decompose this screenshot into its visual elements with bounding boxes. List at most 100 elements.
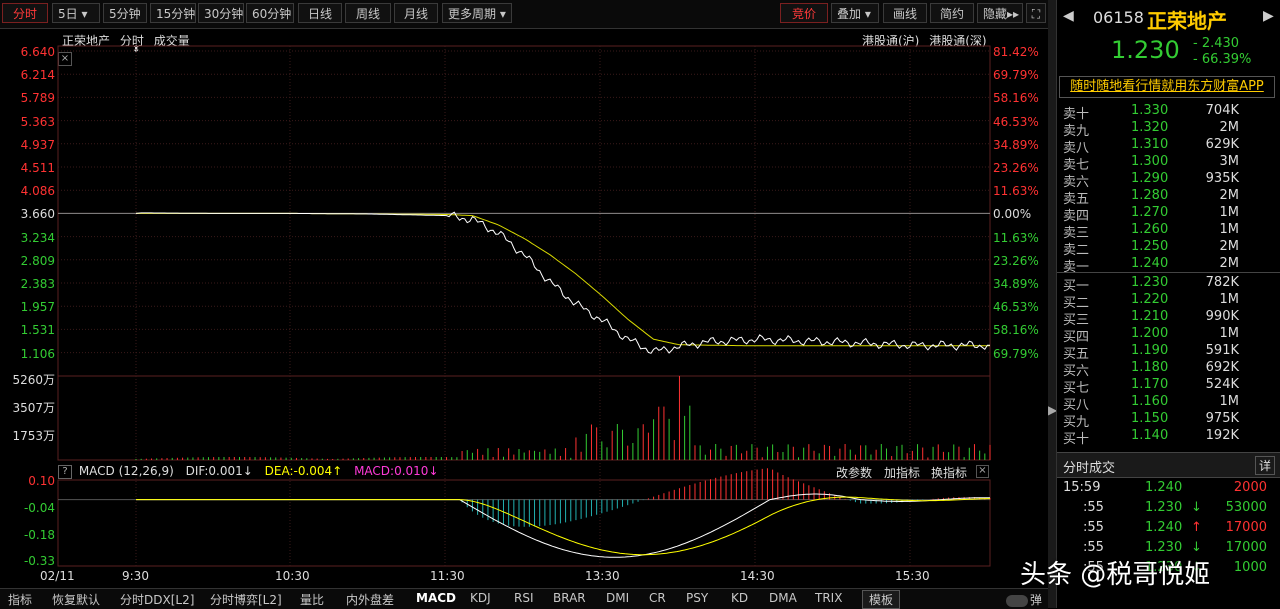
buy-level-row[interactable]: 买五 1.190 591K — [1063, 343, 1275, 362]
switch-indicator-button[interactable]: 换指标 — [931, 464, 967, 481]
sell-level-row[interactable]: 卖四 1.270 1M — [1063, 205, 1275, 224]
trade-row: 15:59 1.240 2000 — [1063, 480, 1275, 500]
indicator-bar: 指标 恢复默认 分时DDX[L2] 分时博弈[L2] 量比 内外盘差 MACD … — [0, 588, 1048, 609]
buy-level-row[interactable]: 买四 1.200 1M — [1063, 326, 1275, 345]
sell-level-row[interactable]: 卖七 1.300 3M — [1063, 154, 1275, 173]
level-price: 1.170 — [1131, 377, 1169, 392]
time-label-1530: 15:30 — [895, 569, 930, 583]
sell-level-row[interactable]: 卖二 1.250 2M — [1063, 239, 1275, 258]
template-button[interactable]: 模板 — [862, 590, 901, 609]
app-ad-link[interactable]: 随时随地看行情就用东方财富APP — [1059, 76, 1275, 98]
trade-time: :55 — [1083, 520, 1104, 535]
trade-price: 1.240 — [1145, 480, 1183, 495]
buy-level-row[interactable]: 买七 1.170 524K — [1063, 377, 1275, 396]
price-pane-frame — [57, 45, 991, 377]
inner-outer-button[interactable]: 内外盘差 — [346, 591, 394, 608]
help-icon[interactable]: ? — [58, 464, 72, 479]
buy-level-row[interactable]: 买一 1.230 782K — [1063, 275, 1275, 294]
macd-tab[interactable]: MACD — [416, 591, 456, 605]
buy-level-row[interactable]: 买六 1.180 692K — [1063, 360, 1275, 379]
sell-level-row[interactable]: 卖十 1.330 704K — [1063, 103, 1275, 122]
level-price: 1.180 — [1131, 360, 1169, 375]
level-volume: 704K — [1205, 103, 1239, 118]
popup-toggle[interactable]: 弹 — [1006, 591, 1042, 608]
time-label-1130: 11:30 — [430, 569, 465, 583]
dma-tab[interactable]: DMA — [769, 591, 797, 605]
level-volume: 2M — [1219, 188, 1240, 203]
level-volume: 782K — [1205, 275, 1239, 290]
stock-code: 06158 — [1093, 8, 1144, 27]
sell-level-row[interactable]: 卖九 1.320 2M — [1063, 120, 1275, 139]
buy-level-row[interactable]: 买二 1.220 1M — [1063, 292, 1275, 311]
game-button[interactable]: 分时博弈[L2] — [210, 591, 282, 608]
panel-divider[interactable]: ▶ — [1048, 0, 1057, 608]
macd-tick-0: 0.10 — [28, 474, 55, 488]
buy-level-row[interactable]: 买三 1.210 990K — [1063, 309, 1275, 328]
stock-name: 正荣地产 — [1147, 9, 1227, 33]
add-indicator-button[interactable]: 加指标 — [884, 464, 920, 481]
kdj-tab[interactable]: KDJ — [470, 591, 491, 605]
trade-row: :55 1.240 ↑ 17000 — [1063, 520, 1275, 540]
level-volume: 2M — [1219, 120, 1240, 135]
level-price: 1.160 — [1131, 394, 1169, 409]
buy-level-row[interactable]: 买八 1.160 1M — [1063, 394, 1275, 413]
trade-time: 15:59 — [1063, 480, 1101, 495]
price-change-pct: - 66.39% — [1193, 52, 1252, 67]
kd-tab[interactable]: KD — [731, 591, 748, 605]
trades-detail-button[interactable]: 详 — [1254, 456, 1275, 475]
level-price: 1.310 — [1131, 137, 1169, 152]
quote-panel: ◀ 06158 正荣地产 ▶ 1.230 - 2.430 - 66.39% 随时… — [1056, 0, 1280, 608]
dif-value: DIF:0.001↓ — [185, 464, 253, 478]
level-volume: 1M — [1219, 222, 1240, 237]
psy-tab[interactable]: PSY — [686, 591, 708, 605]
sell-level-row[interactable]: 卖八 1.310 629K — [1063, 137, 1275, 156]
trade-volume: 17000 — [1225, 540, 1267, 555]
time-label-1330: 13:30 — [585, 569, 620, 583]
edit-params-button[interactable]: 改参数 — [836, 464, 872, 481]
macd-tick-1: -0.04 — [23, 501, 55, 515]
popup-label: 弹 — [1030, 593, 1043, 607]
prev-stock-icon[interactable]: ◀ — [1063, 8, 1074, 24]
trix-tab[interactable]: TRIX — [815, 591, 842, 605]
level-price: 1.280 — [1131, 188, 1169, 203]
sell-level-row[interactable]: 卖一 1.240 2M — [1063, 256, 1275, 275]
level-volume: 1M — [1219, 394, 1240, 409]
dif-line — [136, 493, 990, 558]
intraday-chart[interactable] — [0, 0, 1048, 588]
sell-level-row[interactable]: 卖五 1.280 2M — [1063, 188, 1275, 207]
buy-level-row[interactable]: 买九 1.150 975K — [1063, 411, 1275, 430]
trade-row: :55 1.230 ↓ 53000 — [1063, 500, 1275, 520]
price-change: - 2.430 — [1193, 36, 1240, 51]
volume-tick-1: 3507万 — [12, 401, 55, 415]
trade-time: :55 — [1083, 500, 1104, 515]
close-icon[interactable]: × — [976, 465, 989, 478]
macd-value: MACD:0.010↓ — [354, 464, 439, 478]
restore-default-button[interactable]: 恢复默认 — [52, 591, 100, 608]
collapse-arrow-icon[interactable]: ▶ — [1048, 398, 1057, 422]
dmi-tab[interactable]: DMI — [606, 591, 629, 605]
ddx-button[interactable]: 分时DDX[L2] — [120, 591, 194, 608]
level-price: 1.300 — [1131, 154, 1169, 169]
next-stock-icon[interactable]: ▶ — [1263, 8, 1274, 24]
level-price: 1.230 — [1131, 275, 1169, 290]
sell-level-row[interactable]: 卖三 1.260 1M — [1063, 222, 1275, 241]
time-label-1030: 10:30 — [275, 569, 310, 583]
macd-tick-2: -0.18 — [23, 528, 55, 542]
cr-tab[interactable]: CR — [649, 591, 666, 605]
indicator-menu-button[interactable]: 指标 — [8, 591, 32, 608]
level-volume: 2M — [1219, 256, 1240, 271]
dea-value: DEA:-0.004↑ — [264, 464, 343, 478]
sell-level-row[interactable]: 卖六 1.290 935K — [1063, 171, 1275, 190]
average-price-line — [136, 212, 990, 347]
level-price: 1.330 — [1131, 103, 1169, 118]
buy-level-row[interactable]: 买十 1.140 192K — [1063, 428, 1275, 447]
trades-title: 分时成交 — [1063, 461, 1116, 476]
volume-ratio-button[interactable]: 量比 — [300, 591, 324, 608]
rsi-tab[interactable]: RSI — [514, 591, 534, 605]
trade-time: :55 — [1083, 540, 1104, 555]
level-volume: 1M — [1219, 326, 1240, 341]
level-price: 1.270 — [1131, 205, 1169, 220]
level-volume: 192K — [1205, 428, 1239, 443]
brar-tab[interactable]: BRAR — [553, 591, 586, 605]
time-label-0930: 9:30 — [122, 569, 149, 583]
